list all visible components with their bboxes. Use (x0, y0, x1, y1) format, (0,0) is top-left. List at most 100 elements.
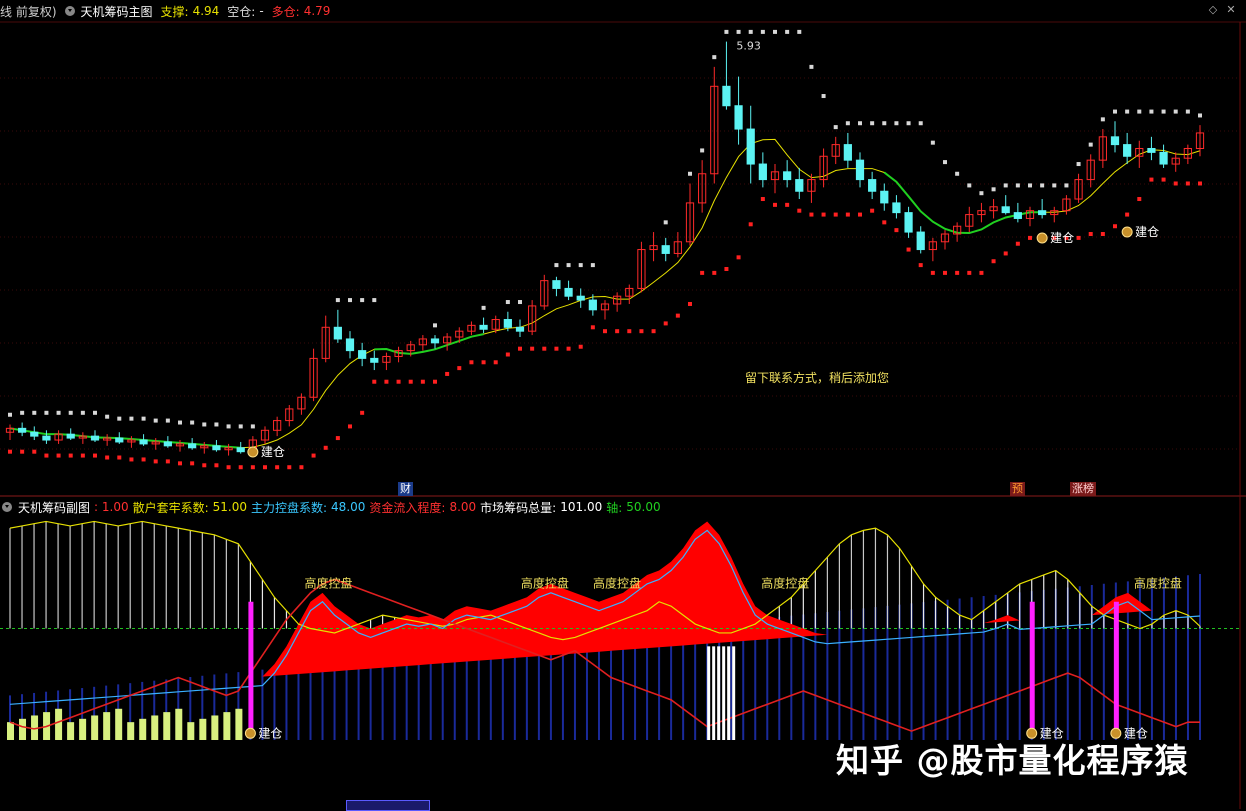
support-dot (1064, 183, 1069, 188)
support-dot (1088, 142, 1093, 147)
long-dot (105, 455, 110, 460)
long-dot (93, 453, 97, 458)
trend-line-green (374, 333, 484, 355)
long-dot (554, 346, 559, 351)
support-dot (1198, 113, 1202, 118)
peak-stripe (707, 646, 711, 740)
support-dot (238, 424, 243, 429)
long-dot (1161, 177, 1166, 182)
support-dot (797, 29, 802, 34)
candle-body (552, 280, 561, 289)
support-dot (748, 29, 753, 34)
long-dot (1198, 181, 1202, 186)
indicator-dropdown-icon[interactable] (64, 6, 75, 16)
marker-yu[interactable]: 预 (1010, 482, 1025, 496)
support-dot (700, 148, 705, 153)
window-restore-icon[interactable]: ◇ (1206, 3, 1220, 17)
long-dot (299, 465, 304, 470)
support-dot (226, 424, 231, 429)
long-dot (202, 463, 207, 468)
peak-stripe (732, 646, 736, 740)
long-dot (773, 202, 777, 207)
marker-zhangting[interactable]: 涨榜 (1070, 482, 1096, 496)
total-value: 101.00 (560, 500, 603, 514)
support-dot (894, 121, 899, 126)
long-dot (1125, 212, 1130, 217)
support-dot (760, 29, 765, 34)
base-block (151, 715, 159, 740)
long-dot (955, 270, 960, 275)
main-indicator-name[interactable]: 天机筹码主图 (81, 3, 153, 20)
support-dot (1161, 109, 1166, 114)
base-block (163, 712, 171, 740)
long-dot (639, 329, 644, 334)
candle-body (734, 105, 743, 130)
base-block (55, 708, 63, 740)
long-dot (651, 329, 656, 334)
long-dot (1113, 224, 1117, 229)
inflow-label: 资金流入程度: (369, 500, 446, 515)
long-dot (991, 259, 996, 264)
support-dot (214, 422, 219, 427)
candle-body (515, 326, 525, 332)
high-control-label: 高度控盘 (305, 576, 353, 591)
peak-price-label: 5.93 (736, 40, 761, 53)
support-dot (785, 29, 790, 34)
long-dot (238, 465, 243, 470)
long-dot (712, 270, 717, 275)
support-dot (688, 171, 692, 176)
support-dot (1076, 162, 1081, 167)
long-dot (190, 461, 195, 466)
candle-body (1001, 206, 1010, 214)
base-block (115, 708, 123, 740)
long-dot (214, 463, 219, 468)
window-close-icon[interactable]: ✕ (1224, 3, 1238, 17)
support-dot (250, 424, 255, 429)
long-dot (287, 465, 292, 470)
support-dot (165, 418, 170, 423)
candle-body (916, 231, 925, 251)
empty-position-value: - (259, 4, 264, 18)
long-dot (1173, 181, 1178, 186)
base-block (211, 715, 219, 740)
long-dot (833, 212, 838, 217)
long-dot (165, 459, 170, 464)
support-dot (505, 300, 510, 305)
support-dot (845, 121, 850, 126)
long-dot (408, 379, 413, 384)
support-dot (1040, 183, 1045, 188)
support-dot (80, 410, 85, 415)
long-dot (821, 212, 826, 217)
base-block (235, 708, 243, 740)
long-dot (384, 379, 389, 384)
long-dot (275, 465, 280, 470)
long-dot (117, 455, 122, 460)
support-dot (335, 298, 340, 303)
support-dot (1185, 109, 1190, 114)
base-block (19, 718, 27, 740)
main-control-label: 主力控盘系数: (251, 500, 328, 515)
candle-body (855, 159, 865, 181)
build-marker-2-icon (1036, 232, 1048, 244)
support-dot (943, 160, 947, 165)
support-dot (93, 410, 97, 415)
long-dot (1076, 235, 1081, 240)
marker-cai[interactable]: 财 (398, 482, 413, 496)
support-dot (348, 298, 352, 303)
candle-body (1038, 210, 1047, 216)
candle-body (430, 338, 440, 344)
long-dot (675, 313, 680, 318)
sub-indicator-name[interactable]: 天机筹码副图 (18, 499, 90, 516)
support-dot (20, 410, 25, 415)
support-dot (1149, 109, 1154, 114)
base-block (127, 722, 135, 740)
long-dot (894, 228, 899, 233)
sub-indicator-dropdown-icon[interactable] (2, 502, 12, 512)
candle-body (163, 441, 172, 447)
support-label: 支撑: (160, 4, 189, 19)
retail-value: 51.00 (212, 500, 247, 514)
candle-body (588, 299, 597, 311)
support-dot (32, 410, 37, 415)
support-dot (578, 263, 583, 268)
support-dot (360, 298, 365, 303)
